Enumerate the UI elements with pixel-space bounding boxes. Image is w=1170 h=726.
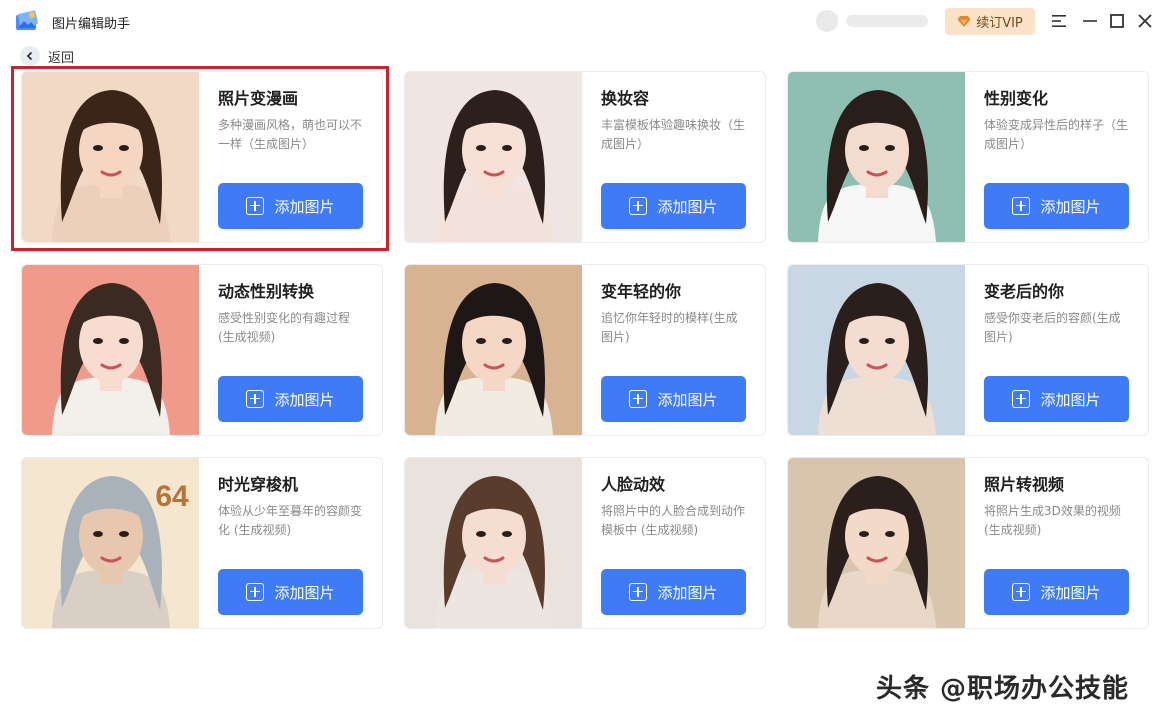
feature-title: 照片变漫画 [218, 89, 299, 108]
feature-description: 将照片中的人脸合成到动作模板中 (生成视频) [601, 504, 746, 537]
feature-thumbnail [405, 72, 582, 242]
feature-description: 体验从少年至暮年的容颜变化 (生成视频) [218, 504, 363, 537]
user-name-blurred [846, 15, 928, 27]
diamond-icon [957, 16, 971, 27]
renew-vip-button[interactable]: 续订VIP [945, 8, 1035, 35]
back-chevron-icon [20, 46, 40, 66]
plus-icon [246, 583, 265, 601]
plus-icon [629, 197, 648, 215]
feature-description: 多种漫画风格，萌也可以不一样（生成图片） [218, 118, 363, 151]
feature-description: 将照片生成3D效果的视频 (生成视频) [984, 504, 1121, 537]
feature-card[interactable]: 照片转视频 将照片生成3D效果的视频 (生成视频) 添加图片 [787, 457, 1149, 629]
app-logo-icon [16, 10, 38, 30]
plus-icon [1012, 197, 1031, 215]
title-bar: 图片编辑助手 续订VIP [0, 0, 1170, 42]
feature-description: 追忆你年轻时的模样(生成图片) [601, 311, 738, 344]
feature-thumbnail [788, 72, 965, 242]
plus-icon [1012, 583, 1031, 601]
plus-icon [629, 390, 648, 408]
feature-description: 感受你变老后的容颜(生成图片) [984, 311, 1121, 344]
feature-card[interactable]: 64 时光穿梭机 体验从少年至暮年的容颜变化 (生成视频) 添加图片 [21, 457, 383, 629]
maximize-icon [1110, 14, 1124, 28]
feature-description: 丰富模板体验趣味换妆（生成图片） [601, 118, 746, 151]
add-image-label: 添加图片 [274, 583, 335, 602]
feature-thumbnail [22, 72, 199, 242]
age-badge: 64 [155, 480, 189, 513]
feature-title: 人脸动效 [601, 475, 666, 494]
add-image-button[interactable]: 添加图片 [984, 569, 1129, 615]
feature-card[interactable]: 动态性别转换 感受性别变化的有趣过程(生成视频) 添加图片 [21, 264, 383, 436]
feature-title: 照片转视频 [984, 475, 1065, 494]
add-image-button[interactable]: 添加图片 [601, 376, 746, 422]
feature-title: 换妆容 [601, 89, 650, 108]
feature-title: 变年轻的你 [601, 282, 682, 301]
feature-title: 动态性别转换 [218, 282, 315, 301]
add-image-button[interactable]: 添加图片 [218, 183, 363, 229]
back-label: 返回 [48, 50, 75, 66]
vip-label: 续订VIP [976, 16, 1023, 31]
feature-thumbnail [788, 458, 965, 628]
add-image-label: 添加图片 [657, 390, 718, 409]
add-image-button[interactable]: 添加图片 [984, 183, 1129, 229]
minimize-icon [1083, 20, 1097, 22]
feature-card[interactable]: 性别变化 体验变成异性后的样子（生成图片） 添加图片 [787, 71, 1149, 243]
close-button[interactable] [1135, 11, 1155, 31]
add-image-label: 添加图片 [1040, 583, 1101, 602]
menu-button[interactable] [1049, 11, 1069, 31]
feature-title: 变老后的你 [984, 282, 1065, 301]
feature-thumbnail [788, 265, 965, 435]
feature-card[interactable]: 照片变漫画 多种漫画风格，萌也可以不一样（生成图片） 添加图片 [21, 71, 383, 243]
feature-title: 性别变化 [984, 89, 1049, 108]
feature-thumbnail: 64 [22, 458, 199, 628]
feature-card[interactable]: 换妆容 丰富模板体验趣味换妆（生成图片） 添加图片 [404, 71, 766, 243]
minimize-button[interactable] [1080, 11, 1100, 31]
feature-thumbnail [22, 265, 199, 435]
feature-title: 时光穿梭机 [218, 475, 299, 494]
feature-thumbnail [405, 458, 582, 628]
menu-icon [1052, 15, 1066, 27]
add-image-label: 添加图片 [657, 583, 718, 602]
add-image-button[interactable]: 添加图片 [218, 376, 363, 422]
add-image-label: 添加图片 [1040, 390, 1101, 409]
back-button[interactable]: 返回 [20, 46, 74, 66]
watermark: 头条 @职场办公技能 [876, 674, 1130, 704]
feature-card[interactable]: 人脸动效 将照片中的人脸合成到动作模板中 (生成视频) 添加图片 [404, 457, 766, 629]
plus-icon [246, 390, 265, 408]
add-image-label: 添加图片 [274, 197, 335, 216]
add-image-button[interactable]: 添加图片 [984, 376, 1129, 422]
feature-description: 感受性别变化的有趣过程(生成视频) [218, 311, 351, 344]
add-image-label: 添加图片 [657, 197, 718, 216]
feature-card[interactable]: 变老后的你 感受你变老后的容颜(生成图片) 添加图片 [787, 264, 1149, 436]
app-title: 图片编辑助手 [52, 17, 131, 32]
plus-icon [1012, 390, 1031, 408]
add-image-label: 添加图片 [274, 390, 335, 409]
plus-icon [629, 583, 648, 601]
add-image-button[interactable]: 添加图片 [601, 183, 746, 229]
feature-card[interactable]: 变年轻的你 追忆你年轻时的模样(生成图片) 添加图片 [404, 264, 766, 436]
add-image-label: 添加图片 [1040, 197, 1101, 216]
feature-description: 体验变成异性后的样子（生成图片） [984, 118, 1129, 151]
close-icon [1138, 14, 1152, 28]
feature-thumbnail [405, 265, 582, 435]
plus-icon [246, 197, 265, 215]
avatar[interactable] [816, 10, 838, 32]
add-image-button[interactable]: 添加图片 [218, 569, 363, 615]
maximize-button[interactable] [1107, 11, 1127, 31]
add-image-button[interactable]: 添加图片 [601, 569, 746, 615]
